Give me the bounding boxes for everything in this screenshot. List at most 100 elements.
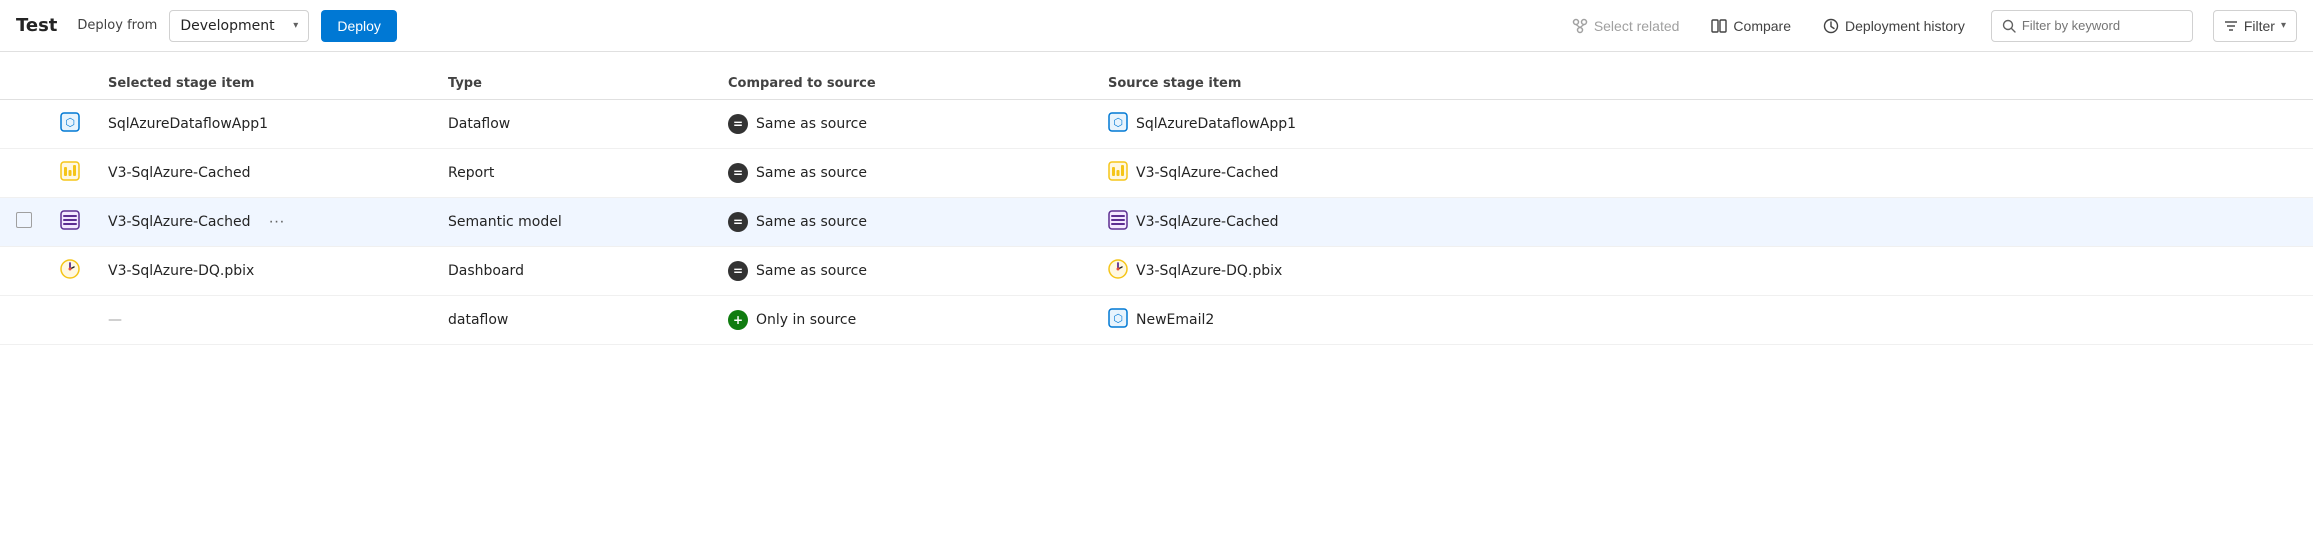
row-source-name: SqlAzureDataflowApp1	[1136, 116, 1296, 132]
row-checkbox-cell	[0, 296, 48, 345]
row-checkbox-cell	[0, 198, 48, 247]
row-item-icon-cell: ⬡	[48, 100, 96, 149]
row-item-icon-cell	[48, 198, 96, 247]
svg-text:⬡: ⬡	[1113, 312, 1123, 325]
row-item-icon: ⬡	[60, 120, 80, 136]
row-item-name-text: SqlAzureDataflowApp1	[108, 116, 268, 132]
row-checkbox-cell	[0, 247, 48, 296]
row-item-icon-cell	[48, 149, 96, 198]
table-row: V3-SqlAzure-Cached Report = Same as sourc…	[0, 149, 2313, 198]
th-compared: Compared to source	[716, 68, 1096, 100]
equal-status-icon: =	[728, 261, 748, 281]
equal-status-icon: =	[728, 114, 748, 134]
row-checkbox-cell	[0, 149, 48, 198]
row-item-name-text: —	[108, 312, 122, 328]
row-source-name: V3-SqlAzure-DQ.pbix	[1136, 263, 1282, 279]
deploy-button[interactable]: Deploy	[321, 10, 397, 42]
row-source-icon	[1108, 210, 1128, 234]
row-compared-status: = Same as source	[716, 247, 1096, 296]
select-related-button[interactable]: Select related	[1566, 14, 1686, 38]
row-status-label: Same as source	[756, 214, 867, 230]
page-title: Test	[16, 15, 57, 36]
equal-status-icon: =	[728, 163, 748, 183]
filter-button[interactable]: Filter ▾	[2213, 10, 2297, 42]
compare-icon	[1711, 18, 1727, 34]
filter-chevron-icon: ▾	[2281, 20, 2286, 31]
row-more-button[interactable]: ···	[263, 211, 291, 233]
row-status-label: Same as source	[756, 165, 867, 181]
row-type: Report	[436, 149, 716, 198]
deploy-select-value: Development	[180, 18, 287, 34]
row-source-icon	[1108, 259, 1128, 283]
row-type: Semantic model	[436, 198, 716, 247]
table-body: ⬡ SqlAzureDataflowApp1 Dataflow = Same as…	[0, 100, 2313, 345]
svg-text:⬡: ⬡	[65, 116, 75, 129]
select-related-label: Select related	[1594, 18, 1680, 34]
search-box[interactable]	[1991, 10, 2193, 42]
row-item-name-text: V3-SqlAzure-Cached	[108, 165, 251, 181]
row-compared-status: = Same as source	[716, 198, 1096, 247]
th-icon	[48, 68, 96, 100]
deployment-history-label: Deployment history	[1845, 18, 1965, 34]
table-row: — dataflow + Only in source ⬡ NewEmail2	[0, 296, 2313, 345]
row-type: Dataflow	[436, 100, 716, 149]
table-header-row: Selected stage item Type Compared to sou…	[0, 68, 2313, 100]
row-type: dataflow	[436, 296, 716, 345]
row-item-icon	[60, 218, 80, 234]
search-icon	[2002, 19, 2016, 33]
row-status-label: Same as source	[756, 263, 867, 279]
compare-button[interactable]: Compare	[1705, 14, 1797, 38]
row-checkbox-cell	[0, 100, 48, 149]
toolbar: Test Deploy from Development ▾ Deploy Se…	[0, 0, 2313, 52]
svg-text:⬡: ⬡	[1113, 116, 1123, 129]
table-row: V3-SqlAzure-Cached ··· Semantic model = …	[0, 198, 2313, 247]
row-item-name: V3-SqlAzure-Cached	[96, 149, 436, 198]
row-source-name: V3-SqlAzure-Cached	[1136, 165, 1279, 181]
row-status-label: Same as source	[756, 116, 867, 132]
deployment-history-button[interactable]: Deployment history	[1817, 14, 1971, 38]
filter-icon	[2224, 19, 2238, 33]
select-related-icon	[1572, 18, 1588, 34]
row-source-item: ⬡ NewEmail2	[1096, 296, 2313, 345]
chevron-down-icon: ▾	[293, 20, 298, 31]
table-row: V3-SqlAzure-DQ.pbix Dashboard = Same as s…	[0, 247, 2313, 296]
filter-label: Filter	[2244, 18, 2275, 34]
row-item-name-text: V3-SqlAzure-Cached	[108, 214, 251, 230]
row-source-name: V3-SqlAzure-Cached	[1136, 214, 1279, 230]
row-compared-status: = Same as source	[716, 100, 1096, 149]
th-selected-item: Selected stage item	[96, 68, 436, 100]
row-item-name: SqlAzureDataflowApp1	[96, 100, 436, 149]
row-source-item: V3-SqlAzure-DQ.pbix	[1096, 247, 2313, 296]
row-checkbox[interactable]	[16, 212, 32, 228]
table-row: ⬡ SqlAzureDataflowApp1 Dataflow = Same as…	[0, 100, 2313, 149]
row-status-label: Only in source	[756, 312, 856, 328]
th-type: Type	[436, 68, 716, 100]
compare-label: Compare	[1733, 18, 1791, 34]
items-table: Selected stage item Type Compared to sou…	[0, 68, 2313, 345]
row-source-item: V3-SqlAzure-Cached	[1096, 198, 2313, 247]
row-item-name: V3-SqlAzure-Cached ···	[96, 198, 436, 247]
table-container: Selected stage item Type Compared to sou…	[0, 52, 2313, 345]
deploy-from-select[interactable]: Development ▾	[169, 10, 309, 42]
row-source-icon	[1108, 161, 1128, 185]
row-compared-status: + Only in source	[716, 296, 1096, 345]
row-item-icon-cell	[48, 247, 96, 296]
row-type: Dashboard	[436, 247, 716, 296]
row-source-item: ⬡ SqlAzureDataflowApp1	[1096, 100, 2313, 149]
row-item-name-text: V3-SqlAzure-DQ.pbix	[108, 263, 254, 279]
deploy-from-label: Deploy from	[77, 18, 157, 33]
row-source-icon: ⬡	[1108, 308, 1128, 332]
search-input[interactable]	[2022, 18, 2182, 33]
row-item-name: —	[96, 296, 436, 345]
history-icon	[1823, 18, 1839, 34]
row-source-item: V3-SqlAzure-Cached	[1096, 149, 2313, 198]
toolbar-actions: Select related Compare Deployment histor…	[1566, 10, 2297, 42]
only-in-source-status-icon: +	[728, 310, 748, 330]
th-source: Source stage item	[1096, 68, 2313, 100]
row-source-name: NewEmail2	[1136, 312, 1214, 328]
row-item-icon	[60, 267, 80, 283]
th-checkbox	[0, 68, 48, 100]
equal-status-icon: =	[728, 212, 748, 232]
row-item-name: V3-SqlAzure-DQ.pbix	[96, 247, 436, 296]
row-source-icon: ⬡	[1108, 112, 1128, 136]
